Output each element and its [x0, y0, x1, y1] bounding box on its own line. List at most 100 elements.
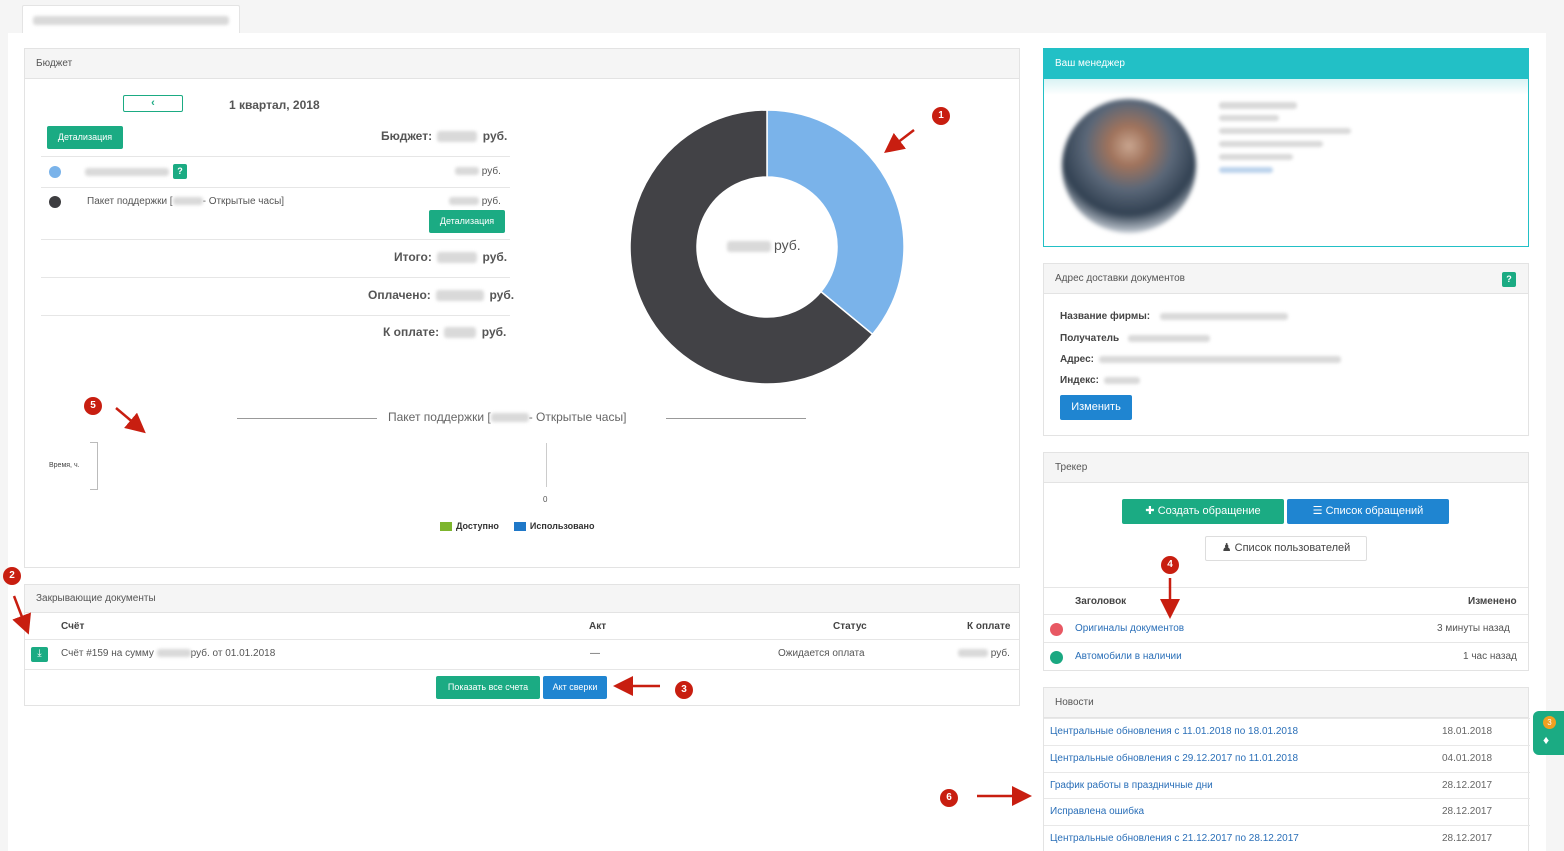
invoice-act: —	[590, 648, 600, 659]
closing-docs-title: Закрывающие документы	[25, 585, 1019, 613]
marker-3: 3	[675, 681, 693, 699]
divider	[41, 187, 510, 188]
prev-period-button[interactable]: ‹	[123, 95, 183, 112]
news-title[interactable]: Центральные обновления с 11.01.2018 по 1…	[1050, 726, 1298, 737]
total-value-blurred	[437, 252, 478, 264]
news-item[interactable]: Центральные обновления с 11.01.2018 по 1…	[1044, 718, 1530, 744]
show-all-invoices-button[interactable]: Показать все счета	[436, 676, 540, 699]
marker-4: 4	[1161, 556, 1179, 574]
total-row: Итого: руб.	[394, 250, 507, 264]
budget-detail-button[interactable]: Детализация	[47, 126, 123, 149]
support-chart-ylabel: Время, ч.	[49, 462, 80, 469]
paid-currency: руб.	[489, 288, 515, 302]
budget-label: Бюджет:	[381, 129, 433, 143]
marker-5: 5	[84, 397, 102, 415]
news-title[interactable]: Центральные обновления с 21.12.2017 по 2…	[1050, 833, 1299, 844]
item2-name-start: Пакет поддержки [	[87, 196, 173, 207]
plus-icon: ✚	[1145, 505, 1155, 517]
news-item[interactable]: График работы в праздничные дни 28.12.201…	[1044, 772, 1530, 798]
recipient-label: Получатель	[1060, 333, 1120, 344]
topay-label: К оплате:	[383, 325, 440, 339]
marker-2: 2	[3, 567, 21, 585]
create-ticket-label: Создать обращение	[1157, 505, 1261, 517]
index-label: Индекс:	[1060, 375, 1099, 386]
divider	[41, 277, 510, 278]
marker-6: 6	[940, 789, 958, 807]
company-tab[interactable]	[22, 5, 240, 34]
ticket-list-button[interactable]: ☰ Список обращений	[1287, 499, 1449, 524]
news-date: 28.12.2017	[1442, 806, 1493, 817]
reconciliation-act-button[interactable]: Акт сверки	[543, 676, 607, 699]
invoice-row-title[interactable]: Счёт #159 на сумму руб. от 01.01.2018	[61, 648, 275, 659]
index-value-blurred	[1104, 377, 1140, 384]
news-title[interactable]: Центральные обновления с 29.12.2017 по 1…	[1050, 753, 1298, 764]
news-item[interactable]: Центральные обновления с 21.12.2017 по 2…	[1044, 825, 1530, 851]
address-value-blurred	[1099, 356, 1341, 363]
donut-total-blurred	[727, 240, 771, 252]
manager-mobile-blurred	[1219, 154, 1293, 160]
page: Бюджет ‹ 1 квартал, 2018 Детализация Бюд…	[0, 0, 1564, 851]
item2-detail-button[interactable]: Детализация	[429, 210, 505, 233]
address-panel: Адрес доставки документов ? Название фир…	[1043, 263, 1529, 436]
donut-slice-1[interactable]	[766, 109, 905, 336]
divider	[1044, 587, 1528, 588]
invoice-end: руб. от 01.01.2018	[190, 648, 276, 659]
period-label: 1 квартал, 2018	[229, 98, 320, 112]
invoice-amount-blurred	[958, 649, 988, 658]
news-date: 28.12.2017	[1442, 833, 1493, 844]
users-icon: ♟	[1221, 542, 1232, 554]
address-label: Адрес:	[1060, 354, 1094, 365]
manager-mobile-label-blurred	[1219, 141, 1323, 147]
ticket-changed: 1 час назад	[1463, 651, 1517, 662]
download-icon[interactable]: ⤓	[31, 647, 48, 662]
divider	[41, 315, 510, 316]
support-title-blurred	[490, 413, 529, 423]
recipient-value-blurred	[1128, 335, 1210, 342]
tracker-panel-title: Трекер	[1044, 453, 1528, 483]
item1-help-icon[interactable]: ?	[173, 164, 187, 179]
budget-currency: руб.	[482, 129, 508, 143]
notifications-count-badge: 3	[1543, 716, 1556, 729]
ticket-title[interactable]: Автомобили в наличии	[1075, 651, 1182, 662]
legend-available-swatch	[440, 521, 452, 531]
invoice-currency: руб.	[990, 648, 1010, 659]
paid-row: Оплачено: руб.	[368, 288, 514, 302]
total-label: Итого:	[394, 250, 432, 264]
notifications-tab[interactable]: 3 ♦	[1533, 711, 1564, 755]
support-title-start: Пакет поддержки [	[388, 410, 491, 424]
ticket-status-dot	[1050, 651, 1063, 664]
list-icon: ☰	[1312, 505, 1323, 517]
budget-panel-title: Бюджет	[25, 49, 1019, 79]
topay-value-blurred	[444, 327, 477, 339]
firm-label: Название фирмы:	[1060, 311, 1151, 322]
edit-address-button[interactable]: Изменить	[1060, 395, 1132, 420]
item1-amount: руб.	[455, 166, 501, 177]
address-help-icon[interactable]: ?	[1502, 272, 1516, 287]
manager-email-blurred[interactable]	[1219, 167, 1273, 173]
manager-avatar	[1062, 99, 1196, 233]
item1-currency: руб.	[481, 166, 501, 177]
legend-used-swatch	[513, 521, 526, 531]
donut-center-total: руб.	[727, 237, 801, 253]
news-title[interactable]: График работы в праздничные дни	[1050, 780, 1213, 791]
news-item[interactable]: Центральные обновления с 29.12.2017 по 1…	[1044, 745, 1530, 771]
ticket-status-dot	[1050, 623, 1063, 636]
item1-name-blurred	[85, 168, 169, 176]
title-rule-left	[237, 418, 377, 419]
news-title[interactable]: Исправлена ошибка	[1050, 806, 1144, 817]
create-ticket-button[interactable]: ✚ Создать обращение	[1122, 499, 1284, 524]
legend-available-label: Доступно	[456, 521, 499, 531]
bell-icon: ♦	[1543, 733, 1550, 747]
user-list-button[interactable]: ♟ Список пользователей	[1205, 536, 1367, 561]
title-rule-right	[666, 418, 806, 419]
col-status: Статус	[833, 621, 867, 632]
ticket-changed: 3 минуты назад	[1437, 623, 1510, 634]
news-item[interactable]: Исправлена ошибка 28.12.2017	[1044, 798, 1530, 824]
support-title-end: - Открытые часы]	[528, 410, 627, 424]
tracker-col-title: Заголовок	[1075, 596, 1127, 607]
workspace: Бюджет ‹ 1 квартал, 2018 Детализация Бюд…	[8, 33, 1546, 851]
ticket-title[interactable]: Оригиналы документов	[1075, 623, 1184, 634]
item2-amount: руб.	[449, 196, 501, 207]
user-list-label: Список пользователей	[1234, 542, 1351, 554]
divider	[1044, 642, 1528, 643]
